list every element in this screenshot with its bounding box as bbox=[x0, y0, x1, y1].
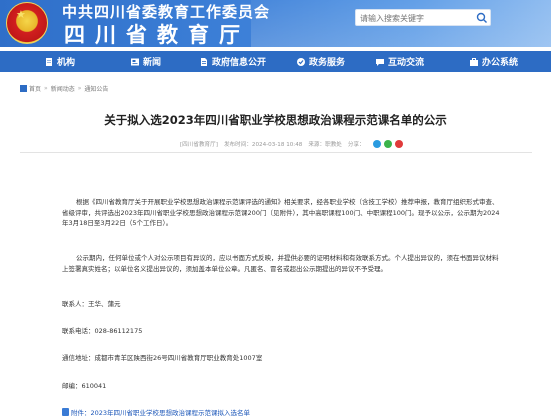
document-icon bbox=[201, 57, 207, 66]
breadcrumb-home[interactable]: 首页 bbox=[29, 84, 41, 93]
breadcrumb: 首页 » 新闻动态 » 通知公告 bbox=[20, 84, 108, 93]
article-date: 发布时间：2024-03-18 10:48 bbox=[223, 142, 303, 148]
weibo-share-icon[interactable] bbox=[394, 140, 403, 148]
share-buttons bbox=[372, 140, 403, 148]
article-paragraph-2: 公示期内，任何单位或个人对公示项目有异议的，应以书面方式反映，并提供必要的证明材… bbox=[62, 254, 499, 273]
nav-item-xinwen[interactable]: 新闻 bbox=[130, 51, 161, 72]
share-label: 分享： bbox=[347, 142, 365, 148]
national-emblem-icon bbox=[6, 2, 48, 44]
search-icon[interactable] bbox=[476, 12, 488, 24]
breadcrumb-separator: » bbox=[77, 85, 82, 92]
contact-phone: 联系电话：028-86112175 bbox=[62, 327, 143, 335]
breadcrumb-separator: » bbox=[44, 85, 48, 92]
main-nav: 机构 新闻 政府信息公开 政务服务 互动交流 办公系统 bbox=[0, 51, 551, 72]
nav-item-jigou[interactable]: 机构 bbox=[44, 51, 75, 72]
nav-label: 机构 bbox=[57, 58, 76, 68]
qq-share-icon[interactable] bbox=[372, 140, 381, 148]
nav-label: 新闻 bbox=[143, 58, 162, 68]
nav-label: 政务服务 bbox=[309, 58, 346, 68]
title-divider bbox=[20, 152, 532, 153]
breadcrumb-current[interactable]: 通知公告 bbox=[84, 84, 108, 93]
building-icon bbox=[46, 57, 52, 66]
article-origin: 来源：职教处 bbox=[308, 142, 342, 148]
home-icon bbox=[20, 85, 27, 92]
nav-label: 政府信息公开 bbox=[212, 58, 267, 68]
emblem-star-icon: ★ bbox=[16, 8, 26, 21]
nav-label: 办公系统 bbox=[482, 58, 519, 68]
postal-code: 邮编：610041 bbox=[62, 382, 107, 390]
nav-label: 互动交流 bbox=[388, 58, 425, 68]
nav-item-zhengfu-xinxi[interactable]: 政府信息公开 bbox=[199, 51, 266, 72]
article-title: 关于拟入选2023年四川省职业学校思想政治课程示范课名单的公示 bbox=[104, 113, 447, 127]
mailing-address: 通信地址：成都市青羊区陕西街26号四川省教育厅职业教育处1007室 bbox=[62, 354, 263, 362]
attachment-link[interactable]: 附件：2023年四川省职业学校思想政治课程示范课拟入选名单 bbox=[62, 407, 250, 417]
article-source: [四川省教育厅] bbox=[180, 142, 218, 148]
service-icon bbox=[297, 57, 305, 66]
article-paragraph-1: 根据《四川省教育厅关于开展职业学校思想政治课程示范课评选的通知》相关要求，经各职… bbox=[62, 198, 500, 227]
nav-item-hudong[interactable]: 互动交流 bbox=[375, 51, 424, 72]
nav-item-bangong[interactable]: 办公系统 bbox=[469, 51, 518, 72]
header-banner: ★ 中共四川省委教育工作委员会 四川省教育厅 bbox=[0, 0, 551, 47]
wechat-share-icon[interactable] bbox=[383, 140, 392, 148]
news-icon bbox=[131, 58, 139, 65]
contact-person: 联系人：王华、蒲元 bbox=[62, 300, 121, 308]
chat-icon bbox=[376, 58, 384, 66]
search-input[interactable] bbox=[360, 11, 472, 25]
office-icon bbox=[470, 57, 478, 66]
breadcrumb-section[interactable]: 新闻动态 bbox=[51, 84, 75, 93]
attachment-label: 附件：2023年四川省职业学校思想政治课程示范课拟入选名单 bbox=[71, 409, 251, 417]
search-box bbox=[355, 9, 491, 26]
nav-item-zhengwu-fuwu[interactable]: 政务服务 bbox=[296, 51, 345, 72]
site-title: 四川省教育厅 bbox=[64, 22, 250, 47]
article-meta: [四川省教育厅] 发布时间：2024-03-18 10:48 来源：职教处 分享… bbox=[180, 140, 409, 148]
attachment-icon bbox=[62, 408, 69, 416]
